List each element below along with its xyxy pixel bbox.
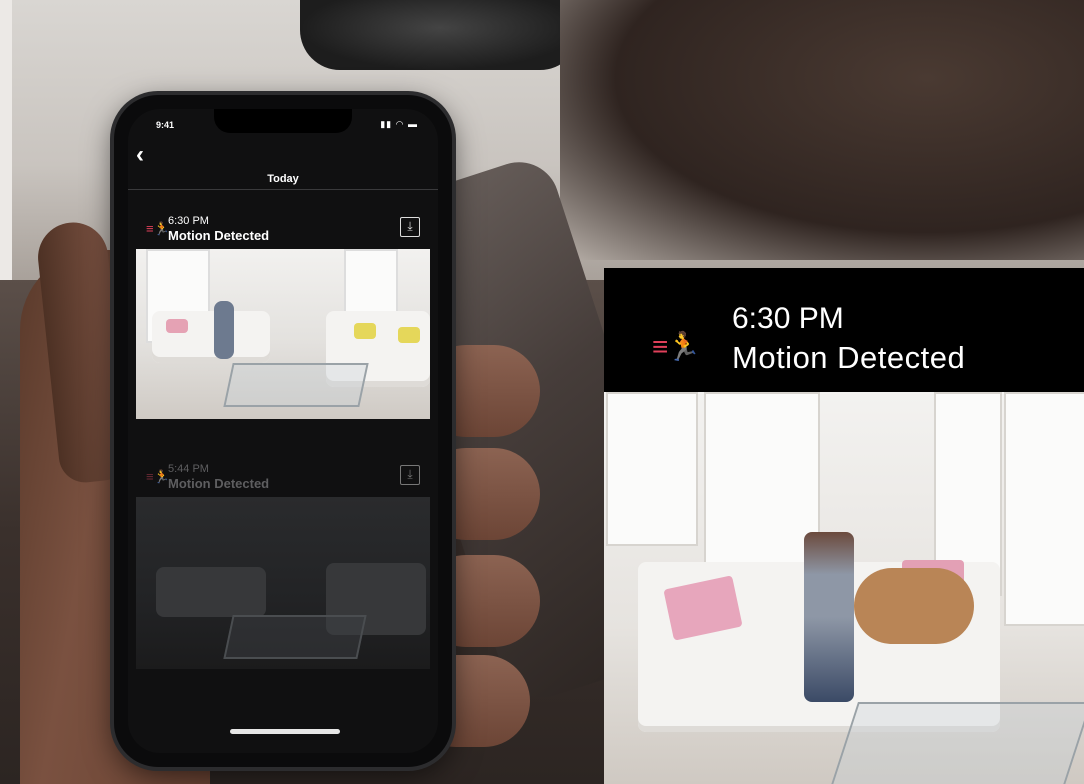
back-button[interactable]: ‹ [136, 143, 144, 167]
room-window [1004, 392, 1084, 626]
room-pillow [354, 323, 376, 339]
status-bar-icons: ▮▮ ◠ ▬ [380, 119, 418, 129]
running-person-icon: ≡🏃 [146, 469, 170, 484]
event-title: Motion Detected [168, 476, 270, 491]
event-video-thumbnail[interactable] [136, 497, 430, 669]
room-window [704, 392, 820, 566]
home-indicator[interactable] [230, 729, 340, 734]
overlay-event-time: 6:30 PM [732, 302, 844, 335]
room-window [606, 392, 698, 546]
room-pillow [166, 319, 188, 333]
event-time: 6:30 PM [168, 215, 209, 227]
page-title: Today [267, 173, 299, 185]
room-person [804, 532, 854, 702]
event-row[interactable]: ≡🏃 5:44 PM Motion Detected ⤓ [128, 455, 438, 497]
smartphone: 9:41 ▮▮ ◠ ▬ ‹ Today ≡🏃 6:30 PM Motion De… [114, 95, 452, 767]
phone-screen: 9:41 ▮▮ ◠ ▬ ‹ Today ≡🏃 6:30 PM Motion De… [128, 109, 438, 753]
camera-frame [604, 392, 1084, 784]
background-object [300, 0, 580, 70]
background-couch [560, 0, 1084, 260]
download-icon[interactable]: ⤓ [400, 217, 420, 237]
running-person-icon: ≡🏃 [146, 221, 170, 236]
room-person [214, 301, 234, 359]
room-table [223, 615, 367, 659]
room-table [223, 363, 369, 407]
room-sofa [156, 567, 266, 617]
header-divider [128, 189, 438, 190]
running-person-icon: ≡🏃 [652, 331, 701, 362]
overlay-header: ≡🏃 6:30 PM Motion Detected [604, 268, 1084, 392]
event-time: 5:44 PM [168, 463, 209, 475]
event-title: Motion Detected [168, 228, 270, 243]
overlay-event-title: Motion Detected [732, 340, 966, 375]
room-pillow [398, 327, 420, 343]
chevron-left-icon: ‹ [136, 141, 144, 168]
download-icon[interactable]: ⤓ [400, 465, 420, 485]
event-video-thumbnail[interactable] [136, 249, 430, 419]
room-table [830, 702, 1084, 784]
room-dog [854, 568, 974, 644]
status-bar-time: 9:41 [156, 120, 175, 130]
phone-notch [214, 109, 352, 133]
event-row[interactable]: ≡🏃 6:30 PM Motion Detected ⤓ [128, 207, 438, 249]
motion-event-overlay: ≡🏃 6:30 PM Motion Detected [604, 268, 1084, 784]
